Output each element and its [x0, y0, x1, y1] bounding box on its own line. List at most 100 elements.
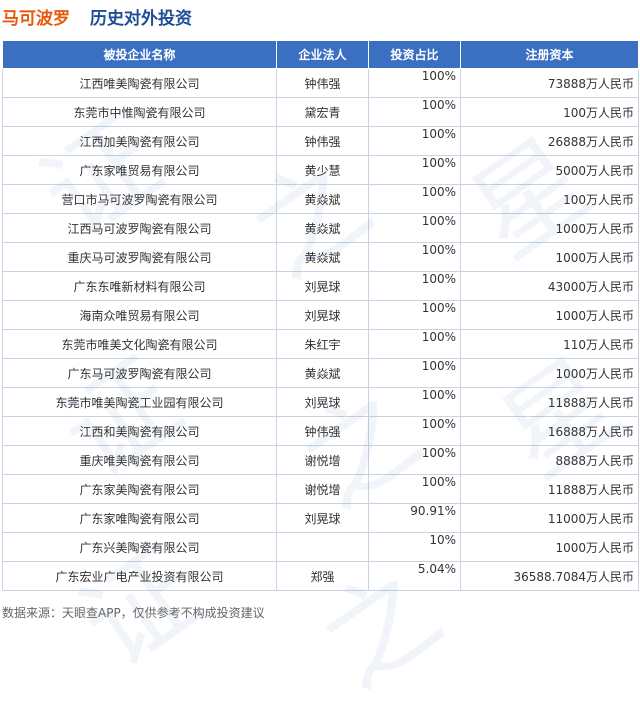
legal-rep-cell: 黄焱斌: [276, 242, 369, 272]
ratio-cell: 100%: [368, 68, 461, 98]
ratio-cell: 100%: [368, 416, 461, 446]
legal-rep-cell: 谢悦增: [276, 474, 369, 504]
table-row: 江西马可波罗陶瓷有限公司 黄焱斌 100% 1000万人民币: [2, 213, 639, 243]
capital-cell: 1000万人民币: [460, 213, 639, 243]
table-row: 广东东唯新材料有限公司 刘晃球 100% 43000万人民币: [2, 271, 639, 301]
header-company-name: 被投企业名称: [2, 40, 277, 69]
company-name-cell: 东莞市唯美陶瓷工业园有限公司: [2, 387, 277, 417]
capital-cell: 11000万人民币: [460, 503, 639, 533]
legal-rep-cell: 钟伟强: [276, 126, 369, 156]
company-name-cell: 广东家美陶瓷有限公司: [2, 474, 277, 504]
capital-cell: 73888万人民币: [460, 68, 639, 98]
table-row: 江西唯美陶瓷有限公司 钟伟强 100% 73888万人民币: [2, 68, 639, 98]
capital-cell: 1000万人民币: [460, 358, 639, 388]
table-row: 广东兴美陶瓷有限公司 10% 1000万人民币: [2, 532, 639, 562]
legal-rep-cell: 刘晃球: [276, 271, 369, 301]
ratio-cell: 100%: [368, 329, 461, 359]
capital-cell: 1000万人民币: [460, 242, 639, 272]
company-title: 马可波罗: [2, 9, 70, 29]
capital-cell: 43000万人民币: [460, 271, 639, 301]
company-name-cell: 重庆马可波罗陶瓷有限公司: [2, 242, 277, 272]
company-name-cell: 江西和美陶瓷有限公司: [2, 416, 277, 446]
legal-rep-cell: 黄焱斌: [276, 358, 369, 388]
ratio-cell: 100%: [368, 97, 461, 127]
company-name-cell: 广东宏业广电产业投资有限公司: [2, 561, 277, 591]
table-row: 广东马可波罗陶瓷有限公司 黄焱斌 100% 1000万人民币: [2, 358, 639, 388]
ratio-cell: 10%: [368, 532, 461, 562]
ratio-cell: 5.04%: [368, 561, 461, 591]
table-row: 广东家唯贸易有限公司 黄少慧 100% 5000万人民币: [2, 155, 639, 185]
table-row: 海南众唯贸易有限公司 刘晃球 100% 1000万人民币: [2, 300, 639, 330]
ratio-cell: 100%: [368, 213, 461, 243]
legal-rep-cell: 黄焱斌: [276, 213, 369, 243]
ratio-cell: 100%: [368, 300, 461, 330]
company-name-cell: 广东家唯陶瓷有限公司: [2, 503, 277, 533]
legal-rep-cell: [276, 532, 369, 562]
ratio-cell: 100%: [368, 445, 461, 475]
ratio-cell: 100%: [368, 184, 461, 214]
capital-cell: 8888万人民币: [460, 445, 639, 475]
header-legal-rep: 企业法人: [276, 40, 369, 69]
capital-cell: 26888万人民币: [460, 126, 639, 156]
capital-cell: 11888万人民币: [460, 474, 639, 504]
legal-rep-cell: 黄少慧: [276, 155, 369, 185]
capital-cell: 16888万人民币: [460, 416, 639, 446]
table-row: 营口市马可波罗陶瓷有限公司 黄焱斌 100% 100万人民币: [2, 184, 639, 214]
table-body: 江西唯美陶瓷有限公司 钟伟强 100% 73888万人民币 东莞市中惟陶瓷有限公司 黛宏青…: [2, 68, 639, 591]
table-row: 东莞市中惟陶瓷有限公司 黛宏青 100% 100万人民币: [2, 97, 639, 127]
ratio-cell: 100%: [368, 387, 461, 417]
table-row: 广东宏业广电产业投资有限公司 郑强 5.04% 36588.7084万人民币: [2, 561, 639, 591]
company-name-cell: 东莞市中惟陶瓷有限公司: [2, 97, 277, 127]
capital-cell: 1000万人民币: [460, 532, 639, 562]
company-name-cell: 营口市马可波罗陶瓷有限公司: [2, 184, 277, 214]
legal-rep-cell: 刘晃球: [276, 503, 369, 533]
header-ratio: 投资占比: [368, 40, 461, 69]
header-capital: 注册资本: [460, 40, 639, 69]
capital-cell: 100万人民币: [460, 184, 639, 214]
table-row: 江西加美陶瓷有限公司 钟伟强 100% 26888万人民币: [2, 126, 639, 156]
company-name-cell: 广东兴美陶瓷有限公司: [2, 532, 277, 562]
legal-rep-cell: 郑强: [276, 561, 369, 591]
legal-rep-cell: 朱红宇: [276, 329, 369, 359]
data-source-note: 数据来源：天眼查APP，仅供参考不构成投资建议: [2, 606, 265, 620]
company-name-cell: 重庆唯美陶瓷有限公司: [2, 445, 277, 475]
company-name-cell: 广东马可波罗陶瓷有限公司: [2, 358, 277, 388]
table-row: 江西和美陶瓷有限公司 钟伟强 100% 16888万人民币: [2, 416, 639, 446]
legal-rep-cell: 谢悦增: [276, 445, 369, 475]
section-title: 历史对外投资: [90, 9, 192, 29]
capital-cell: 36588.7084万人民币: [460, 561, 639, 591]
legal-rep-cell: 黛宏青: [276, 97, 369, 127]
table-row: 东莞市唯美陶瓷工业园有限公司 刘晃球 100% 11888万人民币: [2, 387, 639, 417]
title-bar: 马可波罗 历史对外投资: [0, 0, 640, 34]
ratio-cell: 100%: [368, 155, 461, 185]
company-name-cell: 东莞市唯美文化陶瓷有限公司: [2, 329, 277, 359]
table-row: 重庆马可波罗陶瓷有限公司 黄焱斌 100% 1000万人民币: [2, 242, 639, 272]
capital-cell: 11888万人民币: [460, 387, 639, 417]
legal-rep-cell: 黄焱斌: [276, 184, 369, 214]
table-row: 东莞市唯美文化陶瓷有限公司 朱红宇 100% 110万人民币: [2, 329, 639, 359]
ratio-cell: 100%: [368, 474, 461, 504]
ratio-cell: 100%: [368, 271, 461, 301]
company-name-cell: 广东东唯新材料有限公司: [2, 271, 277, 301]
ratio-cell: 100%: [368, 242, 461, 272]
company-name-cell: 江西加美陶瓷有限公司: [2, 126, 277, 156]
table-row: 广东家唯陶瓷有限公司 刘晃球 90.91% 11000万人民币: [2, 503, 639, 533]
company-name-cell: 江西马可波罗陶瓷有限公司: [2, 213, 277, 243]
legal-rep-cell: 刘晃球: [276, 300, 369, 330]
company-name-cell: 海南众唯贸易有限公司: [2, 300, 277, 330]
ratio-cell: 90.91%: [368, 503, 461, 533]
capital-cell: 1000万人民币: [460, 300, 639, 330]
ratio-cell: 100%: [368, 126, 461, 156]
ratio-cell: 100%: [368, 358, 461, 388]
capital-cell: 110万人民币: [460, 329, 639, 359]
table-row: 广东家美陶瓷有限公司 谢悦增 100% 11888万人民币: [2, 474, 639, 504]
table-header-row: 被投企业名称 企业法人 投资占比 注册资本: [2, 40, 639, 69]
investment-table: 被投企业名称 企业法人 投资占比 注册资本 江西唯美陶瓷有限公司 钟伟强 100% 7…: [2, 40, 639, 591]
capital-cell: 100万人民币: [460, 97, 639, 127]
capital-cell: 5000万人民币: [460, 155, 639, 185]
table-row: 重庆唯美陶瓷有限公司 谢悦增 100% 8888万人民币: [2, 445, 639, 475]
legal-rep-cell: 钟伟强: [276, 416, 369, 446]
legal-rep-cell: 钟伟强: [276, 68, 369, 98]
company-name-cell: 江西唯美陶瓷有限公司: [2, 68, 277, 98]
company-name-cell: 广东家唯贸易有限公司: [2, 155, 277, 185]
